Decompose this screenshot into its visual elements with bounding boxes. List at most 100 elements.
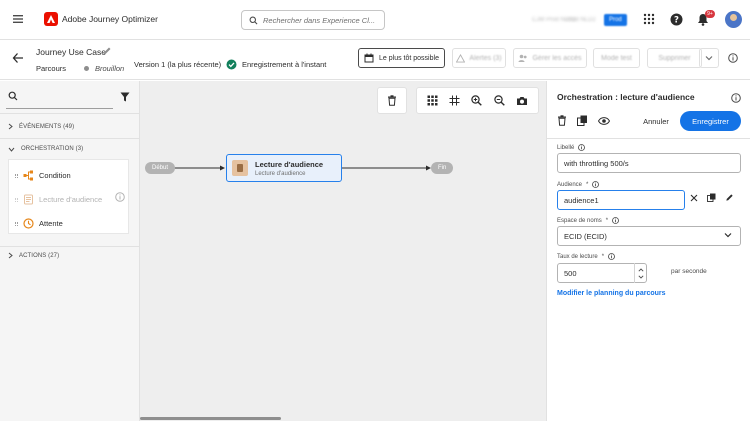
chevron-down-icon[interactable] — [637, 274, 644, 279]
alerts-button[interactable]: Alertes (3) — [452, 48, 506, 68]
manage-access-button[interactable]: Gérer les accès — [513, 48, 587, 68]
eye-icon[interactable] — [598, 116, 610, 125]
namespace-field-caption: Espace de noms — [557, 217, 602, 224]
category-actions-label: ACTIONS (27) — [19, 252, 60, 259]
panel-info-icon[interactable] — [731, 93, 741, 103]
audience-input[interactable]: audience1 — [557, 190, 685, 210]
node-subtitle: Lecture d'audience — [255, 171, 306, 177]
help-icon[interactable]: ? — [670, 13, 683, 26]
required-asterisk: * — [586, 181, 589, 188]
app-switcher-grid-icon[interactable] — [643, 13, 655, 25]
journey-connections — [174, 165, 431, 171]
category-orchestration[interactable]: ORCHESTRATION (3) — [8, 146, 83, 152]
activity-info-icon[interactable] — [115, 192, 125, 202]
audience-field-caption: Audience — [557, 181, 583, 188]
divider — [0, 246, 139, 247]
info-icon[interactable] — [612, 217, 619, 224]
test-mode-button[interactable]: Mode test — [593, 48, 640, 68]
chevron-down-icon[interactable] — [724, 232, 732, 238]
read-audience-icon — [23, 194, 34, 205]
palette-search-icon[interactable] — [8, 91, 18, 101]
chevron-right-icon — [8, 252, 13, 259]
save-status: Enregistrement à l'instant — [242, 60, 327, 69]
hamburger-menu-icon[interactable] — [12, 13, 24, 25]
adobe-logo-icon[interactable] — [44, 12, 58, 26]
end-node[interactable]: Fin — [431, 162, 454, 174]
journey-status: Brouillon — [95, 64, 125, 73]
audience-field-label: Audience * — [557, 181, 600, 188]
activity-palette: ÉVÉNEMENTS (49) ORCHESTRATION (3) Condit… — [0, 81, 140, 421]
journey-version[interactable]: Version 1 (la plus récente) — [134, 60, 221, 69]
panel-toolbar — [557, 115, 610, 126]
activity-read-audience-label: Lecture d'audience — [39, 195, 103, 204]
chevron-up-icon[interactable] — [637, 267, 644, 272]
clock-icon — [23, 218, 34, 229]
duplicate-icon[interactable] — [577, 115, 588, 126]
clear-icon[interactable] — [690, 194, 698, 202]
top-bar: Adobe Journey Optimizer Rechercher dans … — [0, 0, 750, 40]
drag-handle-icon[interactable] — [15, 197, 18, 202]
manage-access-label: Gérer les accès — [532, 54, 582, 62]
more-options-button[interactable] — [699, 48, 719, 68]
people-icon — [518, 54, 528, 63]
edit-schedule-link[interactable]: Modifier le planning du parcours — [557, 290, 666, 297]
save-button[interactable]: Enregistrer — [680, 111, 741, 131]
palette-search-input[interactable] — [6, 108, 113, 109]
audience-tools — [690, 193, 734, 202]
info-icon[interactable] — [592, 181, 600, 188]
read-rate-unit: par seconde — [671, 268, 707, 275]
node-title: Lecture d'audience — [255, 160, 324, 169]
activity-read-audience[interactable]: Lecture d'audience — [15, 194, 102, 205]
canvas-horizontal-scrollbar[interactable] — [140, 417, 281, 420]
required-asterisk: * — [605, 217, 609, 224]
schedule-label: Le plus tôt possible — [379, 54, 439, 62]
read-rate-stepper[interactable] — [634, 263, 646, 283]
divider — [0, 138, 139, 139]
status-dot-icon — [84, 66, 90, 71]
divider — [0, 113, 139, 114]
sandbox-badge[interactable]: Prod — [604, 14, 627, 26]
journey-canvas[interactable]: Début Lecture d'audience Lecture d'audie… — [140, 81, 546, 421]
app-name[interactable]: Adobe Journey Optimizer — [62, 14, 158, 24]
journey-type: Parcours — [36, 64, 67, 73]
drag-handle-icon[interactable] — [15, 173, 18, 178]
info-icon[interactable] — [728, 53, 738, 63]
global-search-input[interactable]: Rechercher dans Experience Cl... — [241, 10, 385, 30]
chevron-right-icon — [8, 123, 13, 130]
condition-icon — [23, 170, 34, 181]
read-audience-node[interactable]: Lecture d'audience Lecture d'audience — [226, 154, 342, 182]
category-events[interactable]: ÉVÉNEMENTS (49) — [8, 123, 74, 130]
category-actions[interactable]: ACTIONS (27) — [8, 252, 59, 259]
start-node[interactable]: Début — [145, 162, 176, 174]
user-avatar[interactable] — [725, 11, 742, 28]
delete-button[interactable]: Supprimer — [647, 48, 702, 68]
edit-title-pencil-icon[interactable] — [102, 46, 112, 56]
chevron-down-icon — [8, 147, 15, 152]
cancel-button[interactable]: Annuler — [635, 111, 677, 131]
chevron-down-icon — [705, 55, 713, 61]
copy-icon[interactable] — [707, 193, 716, 202]
journey-title: Journey Use Case — [36, 47, 106, 57]
back-arrow-icon[interactable] — [12, 52, 24, 64]
drag-handle-icon[interactable] — [15, 221, 18, 226]
activity-condition[interactable]: Condition — [15, 170, 71, 181]
info-icon[interactable] — [578, 144, 586, 151]
delete-label: Supprimer — [658, 54, 691, 62]
properties-panel: Orchestration : lecture d'audience Annul… — [546, 81, 750, 421]
search-placeholder: Rechercher dans Experience Cl... — [263, 15, 376, 25]
calendar-icon — [364, 53, 374, 63]
trash-icon[interactable] — [557, 115, 567, 126]
filter-icon[interactable] — [120, 92, 130, 102]
alerts-label: Alertes (3) — [469, 54, 502, 62]
sandbox-name[interactable]: Prod NLD2 — [566, 17, 596, 23]
info-icon[interactable] — [608, 253, 615, 260]
schedule-button[interactable]: Le plus tôt possible — [358, 48, 445, 68]
check-circle-icon — [226, 59, 237, 70]
alert-icon — [456, 53, 466, 63]
label-input[interactable]: with throttling 500/s — [557, 153, 741, 173]
panel-title: Orchestration : lecture d'audience — [557, 92, 695, 102]
activity-wait[interactable]: Attente — [15, 218, 63, 229]
edit-pencil-icon[interactable] — [725, 193, 734, 202]
required-asterisk: * — [601, 253, 605, 260]
namespace-select[interactable]: ECID (ECID) — [557, 226, 741, 246]
